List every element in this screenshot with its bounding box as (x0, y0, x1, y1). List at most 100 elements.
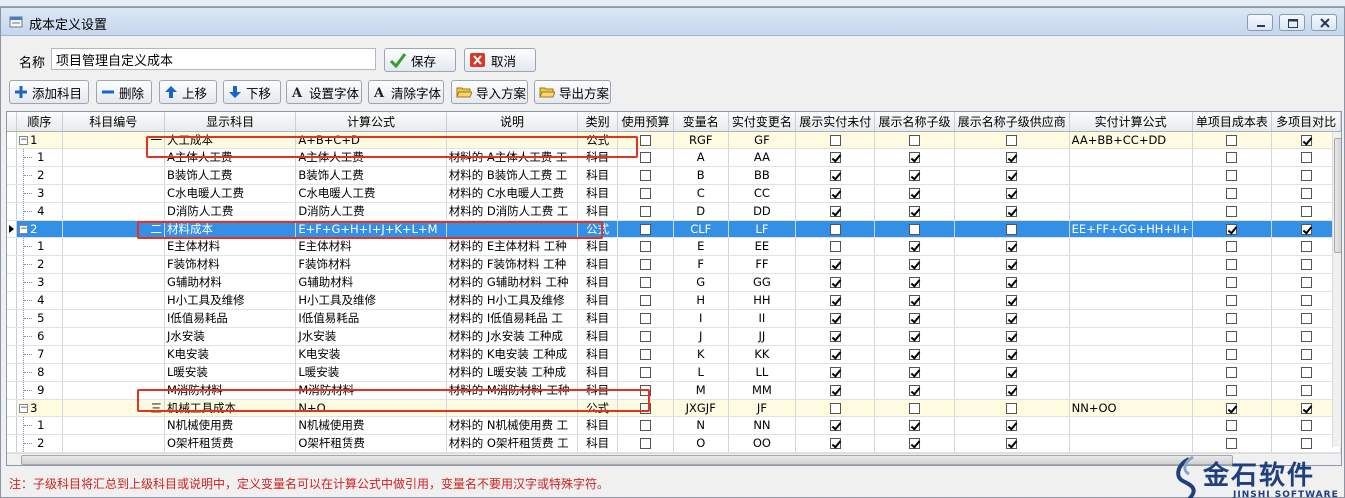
show-paid-unpaid-cell[interactable] (795, 273, 876, 292)
show-name-child-supplier-cell[interactable] (954, 237, 1070, 256)
checkbox[interactable] (829, 402, 841, 414)
col-header[interactable]: 展示名称子级供应商 (954, 112, 1070, 132)
checkbox[interactable] (1006, 420, 1018, 431)
description-cell[interactable]: 材料的 M消防材料 工种 (446, 381, 579, 400)
checkbox[interactable] (1226, 420, 1238, 431)
show-paid-unpaid-cell[interactable] (795, 202, 876, 221)
show-name-child-cell[interactable] (874, 416, 955, 435)
show-name-child-supplier-cell[interactable] (954, 291, 1070, 310)
checkbox[interactable] (829, 170, 841, 181)
checkbox[interactable] (829, 295, 841, 306)
delete-button[interactable]: 删除 (96, 80, 152, 104)
checkbox[interactable] (1006, 277, 1018, 288)
checkbox[interactable] (829, 259, 841, 270)
show-name-child-supplier-cell[interactable] (954, 273, 1070, 292)
use-budget-cell[interactable] (617, 255, 674, 274)
checkbox[interactable] (829, 206, 841, 217)
checkbox[interactable] (1226, 152, 1238, 163)
move-up-button[interactable]: 上移 (159, 80, 217, 104)
subject-cell[interactable]: F装饰材料 (164, 255, 297, 274)
horizontal-scroll-thumb[interactable] (21, 455, 1233, 465)
variable-name-cell[interactable]: C (673, 184, 729, 203)
variable-name-cell[interactable]: M (673, 381, 729, 400)
checkbox[interactable] (1300, 206, 1312, 217)
show-paid-unpaid-cell[interactable] (795, 131, 876, 149)
use-budget-cell[interactable] (617, 273, 674, 292)
show-name-child-cell[interactable] (874, 237, 955, 256)
subject-cell[interactable]: K电安装 (164, 345, 297, 364)
code-cell[interactable] (62, 202, 165, 221)
variable-name-cell[interactable]: N (673, 416, 729, 435)
use-budget-cell[interactable] (617, 184, 674, 203)
category-cell[interactable]: 公式 (577, 220, 619, 238)
table-row[interactable]: 8 L暖安装 L暖安装 材料的 L暖安装 工种成 科目 L LL (7, 363, 1341, 382)
single-project-cost-cell[interactable] (1192, 381, 1273, 400)
checkbox[interactable] (829, 241, 841, 252)
show-name-child-cell[interactable] (874, 291, 955, 310)
order-cell[interactable]: 2 (16, 434, 63, 453)
paid-formula-cell[interactable] (1069, 416, 1193, 435)
formula-cell[interactable]: E+F+G+H+I+J+K+L+M (295, 220, 447, 238)
show-name-child-cell[interactable] (874, 345, 955, 364)
paid-alias-cell[interactable]: EE (728, 237, 797, 256)
order-cell[interactable]: 8 (16, 363, 63, 382)
table-row[interactable]: 4 D消防人工费 D消防人工费 材料的 D消防人工费 工科目 D DD (7, 202, 1341, 221)
checkbox[interactable] (640, 385, 651, 396)
code-cell[interactable] (62, 327, 165, 346)
code-cell[interactable]: 一 (62, 131, 165, 149)
multi-project-compare-cell[interactable] (1271, 416, 1341, 435)
description-cell[interactable]: 材料的 J水安装 工种成 (446, 327, 579, 346)
paid-alias-cell[interactable]: II (728, 309, 797, 328)
checkbox[interactable] (908, 349, 920, 360)
paid-formula-cell[interactable]: NN+OO (1069, 399, 1193, 417)
multi-project-compare-cell[interactable] (1271, 166, 1341, 185)
code-cell[interactable] (62, 381, 165, 400)
show-paid-unpaid-cell[interactable] (795, 255, 876, 274)
paid-formula-cell[interactable] (1069, 309, 1193, 328)
show-paid-unpaid-cell[interactable] (795, 434, 876, 453)
show-name-child-supplier-cell[interactable] (954, 202, 1070, 221)
show-paid-unpaid-cell[interactable] (795, 381, 876, 400)
formula-cell[interactable]: I低值易耗品 (295, 309, 447, 328)
checkbox[interactable] (640, 313, 651, 324)
show-name-child-supplier-cell[interactable] (954, 184, 1070, 203)
category-cell[interactable]: 公式 (577, 131, 619, 149)
col-header[interactable]: 实付变更名 (728, 112, 797, 132)
checkbox[interactable] (1226, 188, 1238, 199)
show-name-child-supplier-cell[interactable] (954, 166, 1070, 185)
checkbox[interactable] (1006, 313, 1018, 324)
subject-cell[interactable]: B装饰人工费 (164, 166, 297, 185)
checkbox[interactable] (1226, 277, 1238, 288)
paid-formula-cell[interactable]: EE+FF+GG+HH+II+ (1069, 220, 1193, 238)
show-paid-unpaid-cell[interactable] (795, 363, 876, 382)
checkbox[interactable] (1226, 385, 1238, 396)
order-cell[interactable]: 3 (16, 273, 63, 292)
checkbox[interactable] (1226, 331, 1238, 342)
paid-alias-cell[interactable]: JJ (728, 327, 797, 346)
category-cell[interactable]: 科目 (577, 345, 619, 364)
multi-project-compare-cell[interactable] (1271, 381, 1341, 400)
col-header[interactable]: 展示实付未付 (795, 112, 876, 132)
checkbox[interactable] (640, 367, 651, 378)
row-indicator[interactable] (7, 434, 18, 453)
checkbox[interactable] (640, 206, 651, 217)
subject-cell[interactable]: E主体材料 (164, 237, 297, 256)
single-project-cost-cell[interactable] (1192, 399, 1273, 417)
use-budget-cell[interactable] (617, 166, 674, 185)
row-indicator[interactable] (7, 363, 18, 382)
col-header[interactable]: 科目编号 (62, 112, 165, 132)
col-header[interactable]: 展示名称子级 (874, 112, 955, 132)
paid-formula-cell[interactable] (1069, 166, 1193, 185)
checkbox[interactable] (640, 152, 651, 163)
show-paid-unpaid-cell[interactable] (795, 399, 876, 417)
paid-formula-cell[interactable] (1069, 148, 1193, 167)
checkbox[interactable] (1300, 223, 1312, 235)
checkbox[interactable] (1006, 241, 1018, 252)
subject-cell[interactable]: L暖安装 (164, 363, 297, 382)
checkbox[interactable] (829, 313, 841, 324)
use-budget-cell[interactable] (617, 309, 674, 328)
minimize-button[interactable] (1247, 14, 1273, 31)
checkbox[interactable] (1300, 277, 1312, 288)
checkbox[interactable] (829, 331, 841, 342)
subject-cell[interactable]: H小工具及维修 (164, 291, 297, 310)
